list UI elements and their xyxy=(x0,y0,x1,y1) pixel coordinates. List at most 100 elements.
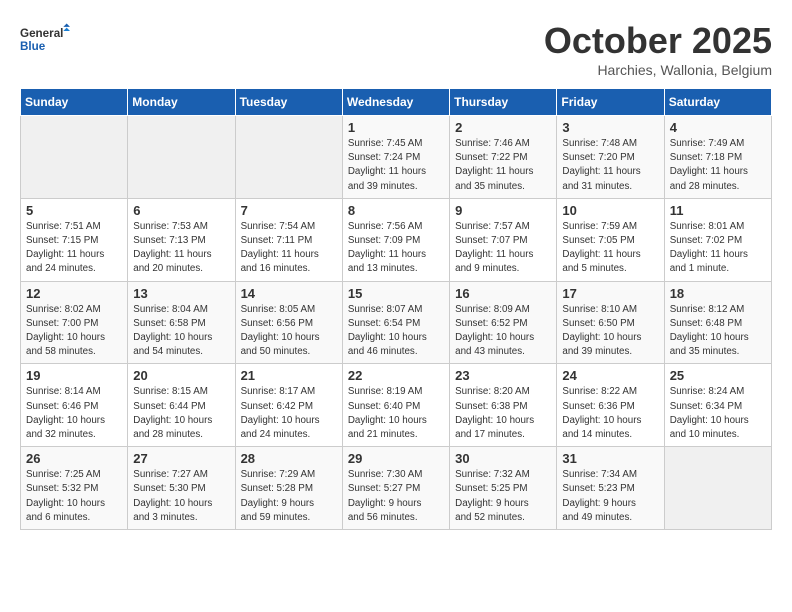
day-info: Sunrise: 7:27 AMSunset: 5:30 PMDaylight:… xyxy=(133,468,229,525)
svg-text:General: General xyxy=(20,27,63,40)
calendar-cell: 20 Sunrise: 8:15 AMSunset: 6:44 PMDayligh… xyxy=(128,364,235,447)
calendar-cell: 28 Sunrise: 7:29 AMSunset: 5:28 PMDayligh… xyxy=(235,447,342,530)
day-info: Sunrise: 8:05 AMSunset: 6:56 PMDaylight:… xyxy=(241,303,337,360)
day-number: 30 xyxy=(455,451,551,466)
calendar-week-1: 1 Sunrise: 7:45 AMSunset: 7:24 PMDaylight… xyxy=(21,116,772,199)
calendar-cell xyxy=(128,116,235,199)
day-number: 31 xyxy=(562,451,658,466)
day-number: 22 xyxy=(348,368,444,383)
calendar-week-5: 26 Sunrise: 7:25 AMSunset: 5:32 PMDayligh… xyxy=(21,447,772,530)
day-info: Sunrise: 8:12 AMSunset: 6:48 PMDaylight:… xyxy=(670,303,766,360)
day-number: 4 xyxy=(670,120,766,135)
calendar-cell xyxy=(664,447,771,530)
day-number: 17 xyxy=(562,286,658,301)
day-number: 20 xyxy=(133,368,229,383)
calendar-cell: 11 Sunrise: 8:01 AMSunset: 7:02 PMDayligh… xyxy=(664,198,771,281)
day-number: 16 xyxy=(455,286,551,301)
day-info: Sunrise: 7:34 AMSunset: 5:23 PMDaylight:… xyxy=(562,468,658,525)
day-info: Sunrise: 8:17 AMSunset: 6:42 PMDaylight:… xyxy=(241,385,337,442)
day-number: 1 xyxy=(348,120,444,135)
day-info: Sunrise: 8:04 AMSunset: 6:58 PMDaylight:… xyxy=(133,303,229,360)
day-info: Sunrise: 7:29 AMSunset: 5:28 PMDaylight:… xyxy=(241,468,337,525)
calendar-cell: 30 Sunrise: 7:32 AMSunset: 5:25 PMDayligh… xyxy=(450,447,557,530)
calendar-cell: 15 Sunrise: 8:07 AMSunset: 6:54 PMDayligh… xyxy=(342,281,449,364)
calendar-cell: 6 Sunrise: 7:53 AMSunset: 7:13 PMDaylight… xyxy=(128,198,235,281)
calendar-cell: 9Sunrise: 7:57 AMSunset: 7:07 PMDaylight… xyxy=(450,198,557,281)
day-number: 18 xyxy=(670,286,766,301)
calendar-cell: 23 Sunrise: 8:20 AMSunset: 6:38 PMDayligh… xyxy=(450,364,557,447)
day-number: 25 xyxy=(670,368,766,383)
calendar-cell: 31 Sunrise: 7:34 AMSunset: 5:23 PMDayligh… xyxy=(557,447,664,530)
calendar-cell: 5 Sunrise: 7:51 AMSunset: 7:15 PMDaylight… xyxy=(21,198,128,281)
day-info: Sunrise: 8:09 AMSunset: 6:52 PMDaylight:… xyxy=(455,303,551,360)
logo-svg: General Blue xyxy=(20,20,70,62)
day-number: 12 xyxy=(26,286,122,301)
calendar-cell: 22 Sunrise: 8:19 AMSunset: 6:40 PMDayligh… xyxy=(342,364,449,447)
day-number: 24 xyxy=(562,368,658,383)
calendar-week-2: 5 Sunrise: 7:51 AMSunset: 7:15 PMDaylight… xyxy=(21,198,772,281)
calendar-cell: 24 Sunrise: 8:22 AMSunset: 6:36 PMDayligh… xyxy=(557,364,664,447)
day-header-thursday: Thursday xyxy=(450,89,557,116)
calendar-cell: 16 Sunrise: 8:09 AMSunset: 6:52 PMDayligh… xyxy=(450,281,557,364)
day-number: 28 xyxy=(241,451,337,466)
day-info: Sunrise: 8:24 AMSunset: 6:34 PMDaylight:… xyxy=(670,385,766,442)
day-info: Sunrise: 7:25 AMSunset: 5:32 PMDaylight:… xyxy=(26,468,122,525)
day-number: 15 xyxy=(348,286,444,301)
day-number: 19 xyxy=(26,368,122,383)
day-header-sunday: Sunday xyxy=(21,89,128,116)
day-number: 10 xyxy=(562,203,658,218)
day-number: 8 xyxy=(348,203,444,218)
calendar-cell: 8 Sunrise: 7:56 AMSunset: 7:09 PMDaylight… xyxy=(342,198,449,281)
day-info: Sunrise: 7:59 AMSunset: 7:05 PMDaylight:… xyxy=(562,220,658,277)
calendar-cell: 1 Sunrise: 7:45 AMSunset: 7:24 PMDaylight… xyxy=(342,116,449,199)
days-header-row: SundayMondayTuesdayWednesdayThursdayFrid… xyxy=(21,89,772,116)
day-info: Sunrise: 7:30 AMSunset: 5:27 PMDaylight:… xyxy=(348,468,444,525)
day-info: Sunrise: 8:20 AMSunset: 6:38 PMDaylight:… xyxy=(455,385,551,442)
day-info: Sunrise: 8:19 AMSunset: 6:40 PMDaylight:… xyxy=(348,385,444,442)
day-info: Sunrise: 8:22 AMSunset: 6:36 PMDaylight:… xyxy=(562,385,658,442)
day-info: Sunrise: 7:45 AMSunset: 7:24 PMDaylight:… xyxy=(348,137,444,194)
calendar-cell xyxy=(21,116,128,199)
day-header-monday: Monday xyxy=(128,89,235,116)
day-info: Sunrise: 7:53 AMSunset: 7:13 PMDaylight:… xyxy=(133,220,229,277)
day-info: Sunrise: 8:15 AMSunset: 6:44 PMDaylight:… xyxy=(133,385,229,442)
title-block: October 2025 Harchies, Wallonia, Belgium xyxy=(544,20,772,78)
day-number: 27 xyxy=(133,451,229,466)
day-number: 23 xyxy=(455,368,551,383)
day-number: 29 xyxy=(348,451,444,466)
calendar-cell: 10 Sunrise: 7:59 AMSunset: 7:05 PMDayligh… xyxy=(557,198,664,281)
day-info: Sunrise: 7:32 AMSunset: 5:25 PMDaylight:… xyxy=(455,468,551,525)
calendar-week-4: 19 Sunrise: 8:14 AMSunset: 6:46 PMDayligh… xyxy=(21,364,772,447)
calendar-cell: 14 Sunrise: 8:05 AMSunset: 6:56 PMDayligh… xyxy=(235,281,342,364)
calendar-cell xyxy=(235,116,342,199)
calendar-cell: 27 Sunrise: 7:27 AMSunset: 5:30 PMDayligh… xyxy=(128,447,235,530)
day-number: 26 xyxy=(26,451,122,466)
day-number: 14 xyxy=(241,286,337,301)
day-number: 9 xyxy=(455,203,551,218)
day-number: 2 xyxy=(455,120,551,135)
day-number: 13 xyxy=(133,286,229,301)
day-info: Sunrise: 7:48 AMSunset: 7:20 PMDaylight:… xyxy=(562,137,658,194)
day-number: 11 xyxy=(670,203,766,218)
location-subtitle: Harchies, Wallonia, Belgium xyxy=(544,62,772,78)
day-info: Sunrise: 8:01 AMSunset: 7:02 PMDaylight:… xyxy=(670,220,766,277)
calendar-week-3: 12 Sunrise: 8:02 AMSunset: 7:00 PMDayligh… xyxy=(21,281,772,364)
day-number: 21 xyxy=(241,368,337,383)
day-number: 5 xyxy=(26,203,122,218)
day-number: 6 xyxy=(133,203,229,218)
day-info: Sunrise: 7:54 AMSunset: 7:11 PMDaylight:… xyxy=(241,220,337,277)
month-title: October 2025 xyxy=(544,20,772,62)
day-info: Sunrise: 7:51 AMSunset: 7:15 PMDaylight:… xyxy=(26,220,122,277)
calendar-cell: 13 Sunrise: 8:04 AMSunset: 6:58 PMDayligh… xyxy=(128,281,235,364)
day-header-friday: Friday xyxy=(557,89,664,116)
day-info: Sunrise: 8:02 AMSunset: 7:00 PMDaylight:… xyxy=(26,303,122,360)
logo: General Blue xyxy=(20,20,70,62)
svg-text:Blue: Blue xyxy=(20,40,46,53)
day-info: Sunrise: 8:14 AMSunset: 6:46 PMDaylight:… xyxy=(26,385,122,442)
day-info: Sunrise: 7:46 AMSunset: 7:22 PMDaylight:… xyxy=(455,137,551,194)
calendar-cell: 29 Sunrise: 7:30 AMSunset: 5:27 PMDayligh… xyxy=(342,447,449,530)
day-info: Sunrise: 8:10 AMSunset: 6:50 PMDaylight:… xyxy=(562,303,658,360)
day-info: Sunrise: 7:56 AMSunset: 7:09 PMDaylight:… xyxy=(348,220,444,277)
calendar-cell: 7Sunrise: 7:54 AMSunset: 7:11 PMDaylight… xyxy=(235,198,342,281)
day-info: Sunrise: 8:07 AMSunset: 6:54 PMDaylight:… xyxy=(348,303,444,360)
